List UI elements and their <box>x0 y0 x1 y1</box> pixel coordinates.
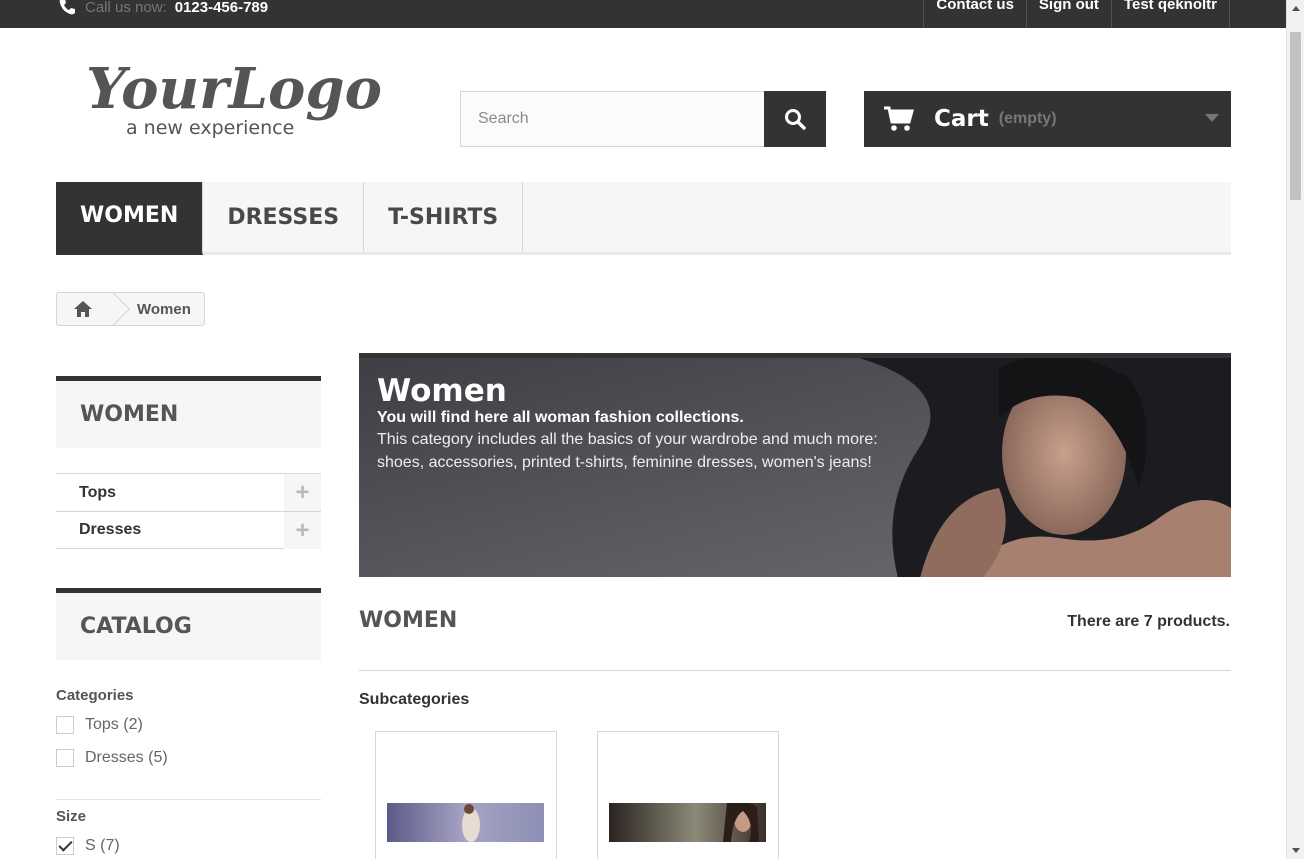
top-bar: Call us now: 0123-456-789 Contact us Sig… <box>0 0 1286 28</box>
breadcrumb-current: Women <box>137 300 191 318</box>
banner-subtitle: You will find here all woman fashion col… <box>377 409 744 426</box>
cart-label: Cart <box>934 106 989 132</box>
category-block-title: WOMEN <box>56 376 321 448</box>
logo[interactable]: YourLogo a new experience <box>84 56 384 142</box>
scroll-down-icon[interactable] <box>1292 848 1300 853</box>
tree-item-tops[interactable]: Tops + <box>56 473 321 511</box>
checkbox-label: S (7) <box>85 837 120 854</box>
cart-button[interactable]: Cart (empty) <box>864 91 1231 147</box>
checkbox[interactable] <box>56 716 74 734</box>
checkbox-checked[interactable] <box>56 837 74 855</box>
cart-icon <box>884 106 914 131</box>
home-icon <box>74 301 92 317</box>
search-form <box>460 91 826 147</box>
subcategory-card-dresses[interactable] <box>597 731 779 859</box>
logo-tagline: a new experience <box>126 117 294 139</box>
phone-number: 0123-456-789 <box>174 0 269 16</box>
subcategories-title: Subcategories <box>359 691 470 708</box>
top-links: Contact us Sign out Test qeknoltr <box>923 0 1230 28</box>
breadcrumb: Women <box>56 292 205 326</box>
checkbox-label: Tops (2) <box>85 716 143 733</box>
tree-item-label: Dresses <box>79 521 142 538</box>
catalog-block-title: CATALOG <box>56 588 321 660</box>
search-button[interactable] <box>764 91 826 147</box>
scroll-up-icon[interactable] <box>1292 6 1300 11</box>
expand-plus-icon[interactable]: + <box>284 512 321 549</box>
category-heading: WOMEN <box>359 608 458 633</box>
page-scrollbar[interactable] <box>1286 0 1304 859</box>
subcategory-card-tops[interactable] <box>375 731 557 859</box>
filter-checkbox-size-s[interactable]: S (7) <box>56 837 120 855</box>
tree-item-label: Tops <box>79 483 117 501</box>
size-filter-title: Size <box>56 808 87 825</box>
banner-title: Women <box>377 373 507 409</box>
logo-image: YourLogo a new experience <box>86 56 382 139</box>
filter-divider <box>56 799 321 800</box>
subcategory-image <box>387 803 544 842</box>
product-count: There are 7 products. <box>1067 613 1230 630</box>
filter-checkbox-tops[interactable]: Tops (2) <box>56 716 143 734</box>
tree-item-dresses[interactable]: Dresses + <box>56 511 321 549</box>
menu-item-women[interactable]: WOMEN <box>56 182 204 255</box>
expand-plus-icon[interactable]: + <box>284 474 321 511</box>
call-prefix: Call us now: <box>85 0 167 16</box>
banner-text: Women You will find here all woman fashi… <box>377 372 897 474</box>
menu-item-dresses[interactable]: DRESSES <box>203 182 365 252</box>
content-divider <box>359 670 1231 671</box>
chevron-down-icon <box>1205 114 1219 122</box>
categories-filter-title: Categories <box>56 687 134 704</box>
menu-item-tshirts[interactable]: T-SHIRTS <box>364 182 524 252</box>
filter-checkbox-dresses[interactable]: Dresses (5) <box>56 749 168 767</box>
logo-main-text: YourLogo <box>86 56 382 122</box>
category-tree: Tops + Dresses + <box>56 473 321 549</box>
call-us: Call us now: 0123-456-789 <box>57 0 268 18</box>
checkbox[interactable] <box>56 749 74 767</box>
account-link[interactable]: Test qeknoltr <box>1110 0 1230 28</box>
category-banner: Women You will find here all woman fashi… <box>359 353 1231 577</box>
contact-us-link[interactable]: Contact us <box>923 0 1026 28</box>
subcategory-image <box>609 803 766 842</box>
search-icon <box>785 109 806 130</box>
search-input[interactable] <box>460 91 765 147</box>
sign-out-link[interactable]: Sign out <box>1025 0 1111 28</box>
phone-icon <box>59 0 75 15</box>
cart-quantity: (empty) <box>998 110 1057 127</box>
checkbox-label: Dresses (5) <box>85 749 168 766</box>
banner-description: This category includes all the basics of… <box>377 431 878 471</box>
scrollbar-thumb[interactable] <box>1290 32 1301 200</box>
main-menu: WOMEN DRESSES T-SHIRTS <box>56 182 1231 255</box>
